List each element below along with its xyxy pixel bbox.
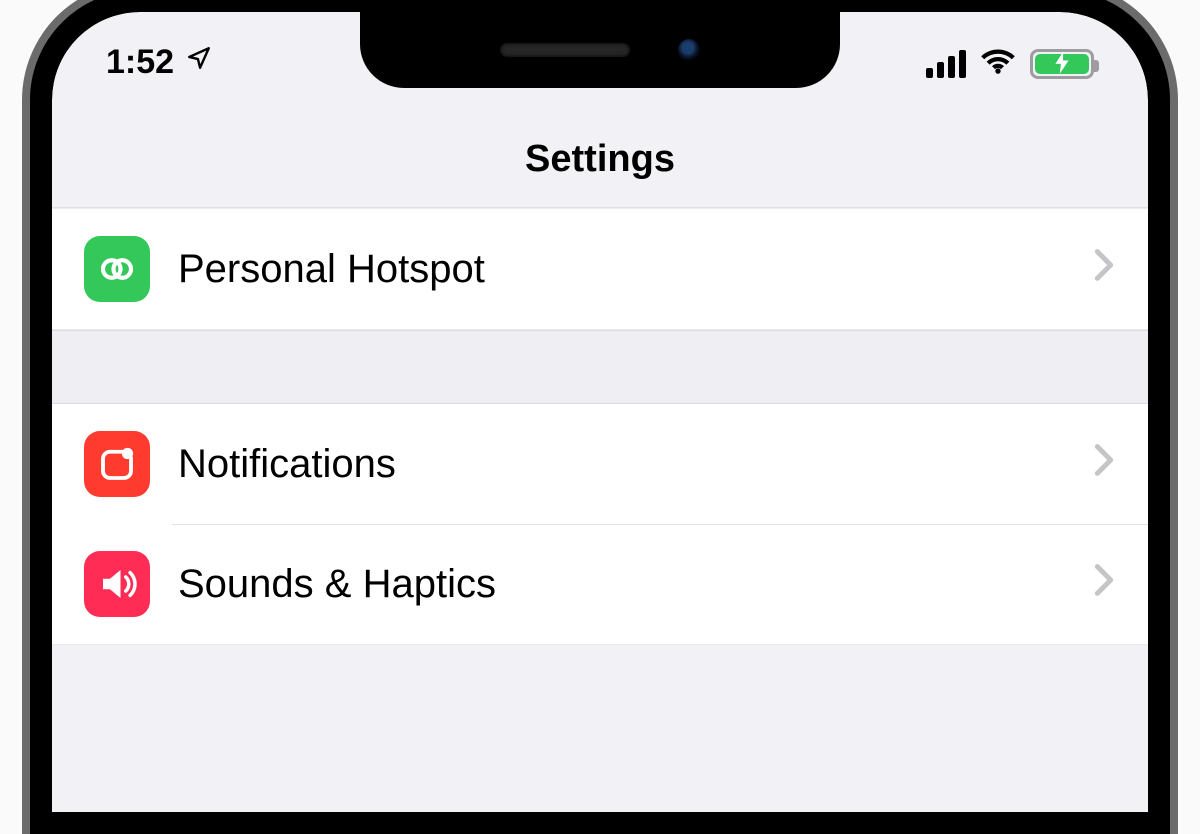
sounds-icon	[84, 551, 150, 617]
status-time: 1:52	[106, 43, 174, 82]
screen: 1:52	[52, 12, 1148, 812]
navbar: Settings	[52, 112, 1148, 208]
wifi-icon	[980, 45, 1016, 84]
settings-group-connectivity: Personal Hotspot	[52, 208, 1148, 330]
notch	[360, 12, 840, 88]
chevron-right-icon	[1094, 562, 1114, 607]
settings-group-alerts: Notifications Sounds & Haptics	[52, 404, 1148, 645]
row-label: Notifications	[178, 442, 1066, 487]
earpiece-speaker	[500, 43, 630, 57]
front-camera	[678, 39, 700, 61]
location-services-icon	[186, 41, 212, 80]
row-label: Personal Hotspot	[178, 247, 1066, 292]
row-personal-hotspot[interactable]: Personal Hotspot	[52, 209, 1148, 329]
chevron-right-icon	[1094, 442, 1114, 487]
cellular-signal-icon	[926, 50, 966, 78]
group-spacer	[52, 330, 1148, 404]
row-notifications[interactable]: Notifications	[52, 404, 1148, 524]
chevron-right-icon	[1094, 247, 1114, 292]
page-title: Settings	[525, 138, 675, 181]
row-label: Sounds & Haptics	[178, 562, 1066, 607]
battery-charging-icon	[1030, 49, 1094, 79]
notifications-icon	[84, 431, 150, 497]
row-sounds-haptics[interactable]: Sounds & Haptics	[52, 524, 1148, 644]
phone-frame: 1:52	[30, 0, 1170, 834]
personal-hotspot-icon	[84, 236, 150, 302]
